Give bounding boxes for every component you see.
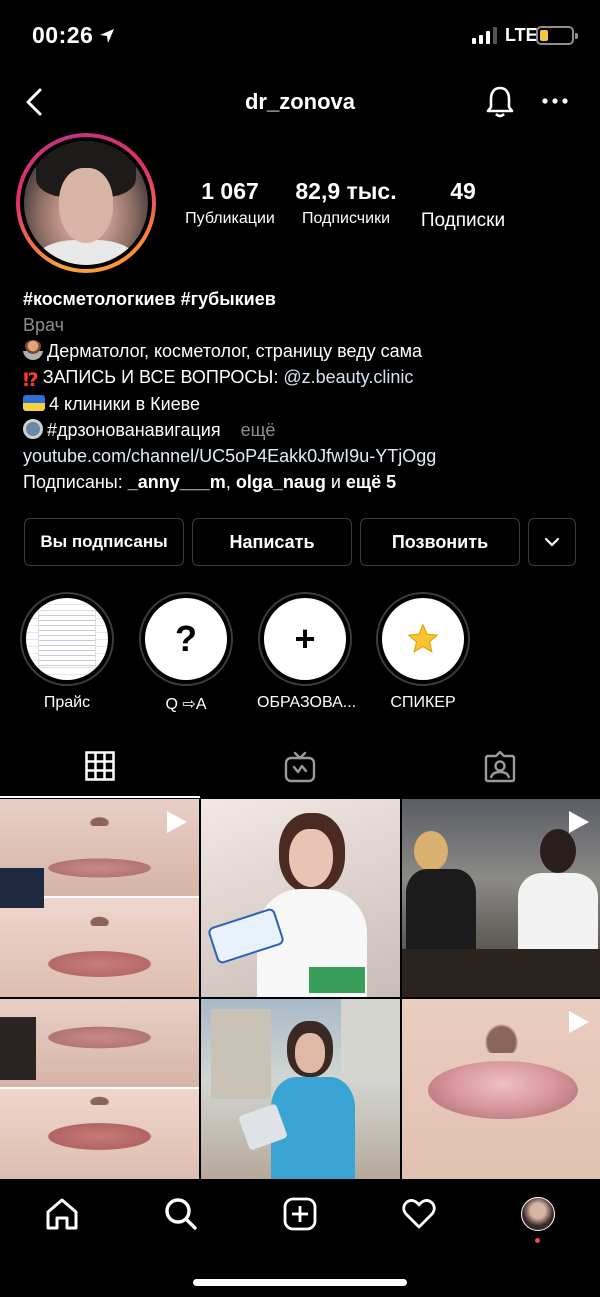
exclamation-question-emoji-icon: ⁉: [23, 370, 39, 391]
post-tile[interactable]: [201, 999, 400, 1179]
profile-avatar[interactable]: [16, 133, 156, 273]
highlight-speaker[interactable]: СПИКЕР: [375, 592, 471, 712]
cellular-signal-icon: [472, 27, 497, 44]
followed-by-user-2[interactable]: olga_naug: [236, 472, 326, 492]
bio-line-2-text: ЗАПИСЬ И ВСЕ ВОПРОСЫ:: [42, 367, 284, 387]
question-mark-icon: ?: [145, 598, 227, 680]
avatar-photo: [24, 141, 148, 265]
clinic-mention-link[interactable]: @z.beauty.clinic: [283, 367, 413, 387]
tagged-icon: [484, 750, 516, 782]
bell-icon[interactable]: [484, 84, 516, 120]
bio-more-link[interactable]: ещё: [241, 420, 276, 440]
following-label: Подписки: [420, 210, 506, 231]
post-tile[interactable]: [201, 799, 400, 997]
nav-activity[interactable]: [399, 1194, 439, 1234]
suggested-accounts-button[interactable]: [528, 518, 576, 566]
igtv-icon: [284, 751, 316, 782]
bio-line-1: Дерматолог, косметолог, страницу веду са…: [23, 338, 583, 364]
highlight-education[interactable]: + ОБРАЗОВА...: [257, 592, 357, 712]
doctor-emoji-icon: [23, 340, 43, 360]
post-tile[interactable]: [0, 799, 199, 997]
following-button[interactable]: Вы подписаны: [24, 518, 184, 566]
followed-by-and: и: [325, 472, 346, 492]
add-post-icon: [283, 1197, 317, 1231]
search-icon: [165, 1198, 197, 1230]
followed-by-label: Подписаны:: [23, 472, 128, 492]
video-icon: [569, 1011, 589, 1033]
posts-grid: [0, 799, 600, 1179]
battery-icon: [536, 26, 578, 45]
message-button[interactable]: Написать: [192, 518, 352, 566]
location-arrow-icon: [100, 28, 115, 43]
tab-posts-grid[interactable]: [0, 735, 200, 798]
highlight-education-label: ОБРАЗОВА...: [257, 694, 357, 711]
profile-bio: #косметологкиев #губыкиев Врач Дерматоло…: [23, 286, 583, 495]
posts-label: Публикации: [185, 210, 275, 227]
bio-line-3-text: 4 клиники в Киеве: [49, 394, 201, 414]
profile-tabs: [0, 735, 600, 798]
following-value: 49: [450, 178, 476, 204]
status-time: 00:26: [32, 22, 115, 49]
bio-line-2: ⁉ ЗАПИСЬ И ВСЕ ВОПРОСЫ: @z.beauty.clinic: [23, 364, 583, 391]
followed-by-separator: ,: [225, 472, 236, 492]
plus-icon: +: [264, 598, 346, 680]
bottom-navigation: [0, 1180, 600, 1246]
bio-line-4: #дрзонованавигация ещё: [23, 417, 583, 443]
profile-category: Врач: [23, 315, 65, 335]
clock: 00:26: [32, 22, 94, 48]
bio-website-link[interactable]: youtube.com/channel/UC5oP4Eakk0JfwI9u-YT…: [23, 443, 583, 469]
highlight-qa-label: Q ⇨A: [165, 696, 207, 713]
bio-line-1-text: Дерматолог, косметолог, страницу веду са…: [47, 341, 423, 361]
following-count[interactable]: 49 Подписки: [404, 176, 522, 232]
network-type: LTE: [505, 25, 538, 45]
profile-name: #косметологкиев #губыкиев: [23, 289, 276, 309]
tab-tagged[interactable]: [400, 735, 600, 798]
profile-header: dr_zonova: [0, 72, 600, 132]
star-icon: [382, 598, 464, 680]
bio-line-3: 4 клиники в Киеве: [23, 391, 583, 417]
posts-value: 1 067: [201, 178, 259, 204]
video-icon: [167, 811, 187, 833]
nav-search[interactable]: [161, 1194, 201, 1234]
followers-count[interactable]: 82,9 тыс. Подписчики: [288, 176, 404, 228]
highlight-price[interactable]: Прайс: [19, 592, 115, 712]
followers-value: 82,9 тыс.: [295, 178, 397, 204]
nav-create[interactable]: [280, 1194, 320, 1234]
call-button[interactable]: Позвонить: [360, 518, 520, 566]
more-options-icon[interactable]: [540, 86, 570, 116]
ukraine-flag-icon: [23, 395, 45, 411]
tab-igtv[interactable]: [200, 735, 400, 798]
followers-label: Подписчики: [301, 210, 390, 227]
hashtag-link[interactable]: #дрзонованавигация: [47, 420, 221, 440]
profile-avatar-icon: [521, 1197, 555, 1231]
home-icon: [46, 1198, 78, 1230]
home-indicator[interactable]: [193, 1279, 407, 1286]
magnifier-emoji-icon: [23, 419, 43, 439]
post-tile[interactable]: [0, 999, 199, 1179]
post-tile[interactable]: [402, 999, 600, 1179]
notification-dot: [535, 1238, 540, 1243]
video-icon: [569, 811, 589, 833]
heart-icon: [402, 1199, 436, 1229]
followed-by-more[interactable]: ещё 5: [346, 472, 396, 492]
posts-count[interactable]: 1 067 Публикации: [170, 176, 290, 228]
followed-by: Подписаны: _anny___m, olga_naug и ещё 5: [23, 469, 583, 495]
followed-by-user-1[interactable]: _anny___m: [128, 472, 226, 492]
chevron-down-icon: [544, 537, 560, 547]
status-bar: 00:26 LTE: [0, 0, 600, 72]
nav-home[interactable]: [42, 1194, 82, 1234]
post-tile[interactable]: [402, 799, 600, 997]
nav-profile[interactable]: [518, 1194, 558, 1234]
highlight-speaker-label: СПИКЕР: [390, 694, 456, 711]
highlight-price-label: Прайс: [43, 694, 91, 711]
highlight-qa[interactable]: ? Q ⇨A: [138, 592, 234, 714]
grid-icon: [85, 750, 115, 781]
document-thumbnail-icon: [26, 598, 108, 680]
